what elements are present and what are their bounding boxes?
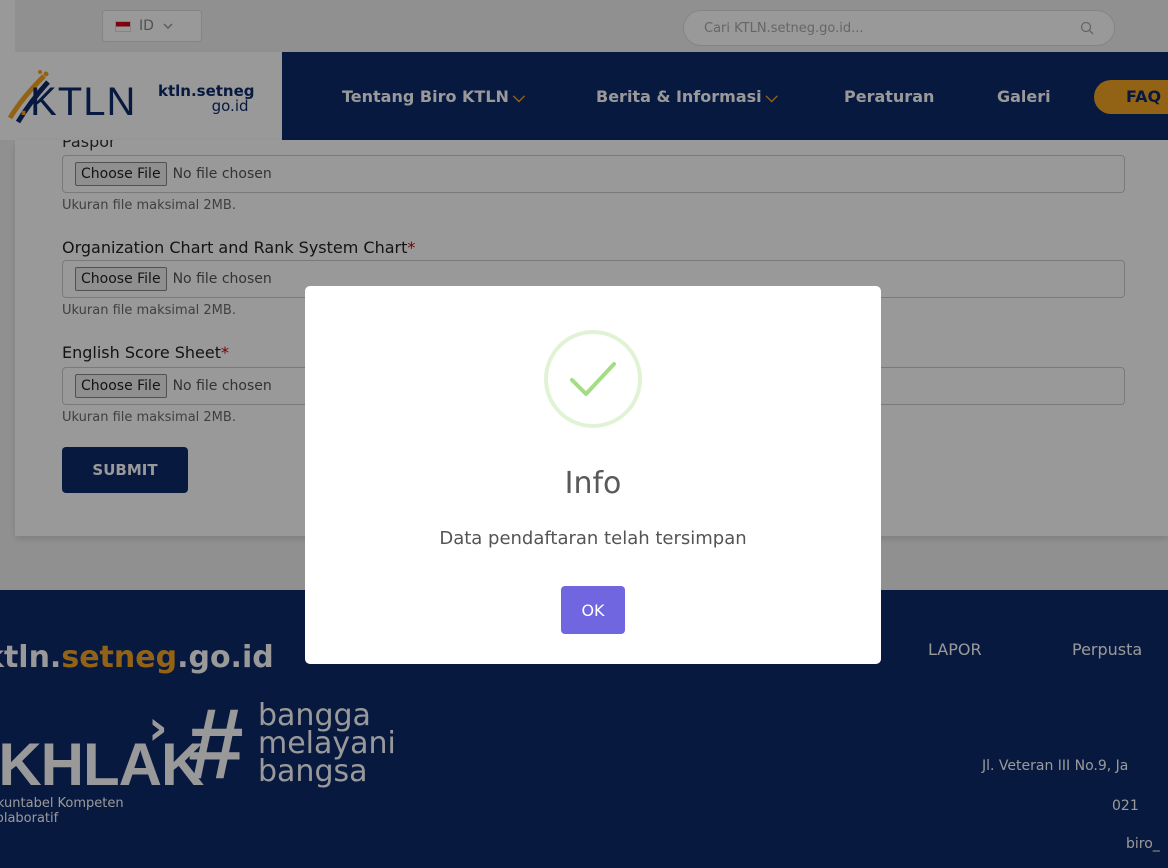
ok-button[interactable]: OK — [561, 586, 625, 634]
checkmark-icon — [570, 362, 616, 396]
success-check-icon — [544, 330, 642, 428]
page: ID Cari KTLN.setneg.go.id... .KTLN ktln.… — [0, 0, 1168, 868]
dialog-message: Data pendaftaran telah tersimpan — [439, 528, 747, 549]
info-dialog: Info Data pendaftaran telah tersimpan OK — [305, 286, 881, 664]
dialog-title: Info — [564, 466, 622, 501]
